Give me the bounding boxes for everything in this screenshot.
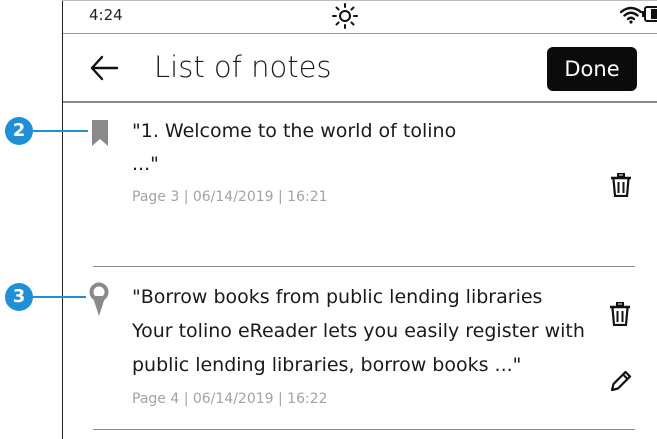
callout-badge-2: 2	[5, 117, 33, 145]
note-item-1[interactable]: "1. Welcome to the world of tolino ..." …	[63, 103, 657, 266]
note-text-line: public lending libraries, borrow books .…	[132, 354, 522, 376]
status-time: 4:24	[89, 6, 123, 24]
battery-icon	[642, 6, 657, 22]
header: List of notes Done	[63, 34, 657, 102]
note-meta: Page 3 | 06/14/2019 | 16:21	[132, 189, 328, 205]
pencil-icon[interactable]	[609, 369, 633, 393]
done-button[interactable]: Done	[547, 47, 637, 91]
note-text-line: "Borrow books from public lending librar…	[132, 286, 543, 308]
note-text-line: ..."	[132, 153, 159, 175]
callout-badge-3: 3	[5, 283, 33, 311]
status-bar: 4:24	[63, 0, 657, 34]
note-divider	[93, 429, 635, 430]
trash-icon[interactable]	[611, 173, 631, 197]
arrow-left-icon[interactable]	[87, 51, 121, 85]
brightness-icon[interactable]	[331, 2, 359, 30]
location-pin-icon	[89, 282, 109, 316]
note-meta: Page 4 | 06/14/2019 | 16:22	[132, 391, 328, 407]
trash-icon[interactable]	[610, 302, 630, 326]
note-text-line: "1. Welcome to the world of tolino	[132, 120, 457, 142]
wifi-icon	[620, 6, 642, 24]
note-text-line: Your tolino eReader lets you easily regi…	[132, 320, 585, 342]
page-title: List of notes	[154, 50, 332, 84]
bookmark-icon	[92, 120, 108, 146]
note-item-2[interactable]: "Borrow books from public lending librar…	[63, 267, 657, 429]
